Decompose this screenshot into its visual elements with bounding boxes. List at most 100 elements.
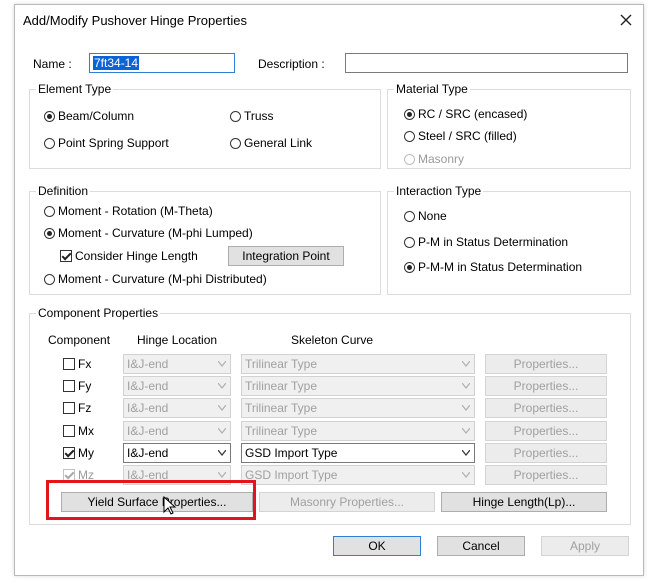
- component-checkbox-my[interactable]: My: [63, 446, 94, 460]
- radio-general-link-label: General Link: [244, 136, 313, 150]
- chevron-down-icon: [218, 405, 226, 411]
- skeleton-curve-value: Trilinear Type: [245, 424, 318, 438]
- hinge-location-value: I&J-end: [127, 424, 169, 438]
- radio-indicator: [404, 131, 415, 142]
- checkbox-box: [63, 447, 75, 459]
- skeleton-curve-value: GSD Import Type: [245, 468, 338, 482]
- description-input[interactable]: [345, 53, 628, 73]
- radio-steel-src-filled[interactable]: Steel / SRC (filled): [404, 129, 517, 143]
- hinge-location-value: I&J-end: [127, 357, 169, 371]
- skeleton-curve-value: Trilinear Type: [245, 379, 318, 393]
- radio-pm-status[interactable]: P-M in Status Determination: [404, 235, 568, 249]
- hinge-location-select-my[interactable]: I&J-end: [123, 443, 231, 463]
- close-icon[interactable]: [617, 11, 635, 29]
- skeleton-curve-select-mx[interactable]: Trilinear Type: [241, 421, 475, 441]
- radio-interaction-none-label: None: [418, 209, 447, 223]
- properties-button-my[interactable]: Properties...: [485, 443, 607, 463]
- radio-indicator: [230, 111, 241, 122]
- ok-button[interactable]: OK: [333, 536, 421, 556]
- chevron-down-icon: [218, 361, 226, 367]
- radio-indicator: [44, 228, 55, 239]
- hinge-location-value: I&J-end: [127, 446, 169, 460]
- hinge-location-select-fx[interactable]: I&J-end: [123, 354, 231, 374]
- checkbox-box: [63, 380, 75, 392]
- checkbox-box: [60, 250, 72, 262]
- definition-title: Definition: [36, 184, 91, 198]
- name-label: Name :: [33, 57, 72, 71]
- name-input-value: 7ft34-14: [93, 56, 140, 70]
- component-checkbox-mx[interactable]: Mx: [63, 424, 94, 438]
- radio-moment-curvature-distributed[interactable]: Moment - Curvature (M-phi Distributed): [44, 272, 267, 286]
- consider-hinge-length-checkbox[interactable]: Consider Hinge Length: [60, 249, 198, 263]
- chevron-down-icon: [462, 361, 470, 367]
- radio-truss-label: Truss: [244, 109, 274, 123]
- radio-indicator: [404, 262, 415, 273]
- hinge-length-button[interactable]: Hinge Length(Lp)...: [441, 492, 607, 512]
- radio-masonry[interactable]: Masonry: [404, 152, 464, 166]
- component-checkbox-fx[interactable]: Fx: [63, 357, 91, 371]
- radio-beam-column-label: Beam/Column: [58, 109, 135, 123]
- masonry-properties-button[interactable]: Masonry Properties...: [259, 492, 435, 512]
- radio-indicator: [404, 211, 415, 222]
- radio-truss[interactable]: Truss: [230, 109, 274, 123]
- interaction-type-title: Interaction Type: [394, 184, 484, 198]
- properties-button-mz[interactable]: Properties...: [485, 465, 607, 485]
- radio-pmm-status[interactable]: P-M-M in Status Determination: [404, 260, 582, 274]
- skeleton-curve-select-fx[interactable]: Trilinear Type: [241, 354, 475, 374]
- skeleton-curve-select-mz[interactable]: GSD Import Type: [241, 465, 475, 485]
- consider-hinge-length-label: Consider Hinge Length: [75, 249, 198, 263]
- properties-button-fy[interactable]: Properties...: [485, 376, 607, 396]
- hinge-location-value: I&J-end: [127, 401, 169, 415]
- component-label: Fy: [78, 379, 92, 393]
- apply-button[interactable]: Apply: [541, 536, 629, 556]
- radio-interaction-none[interactable]: None: [404, 209, 447, 223]
- radio-moment-rotation[interactable]: Moment - Rotation (M-Theta): [44, 204, 213, 218]
- properties-button-fx[interactable]: Properties...: [485, 354, 607, 374]
- integration-point-button[interactable]: Integration Point: [228, 246, 344, 266]
- skeleton-curve-select-fz[interactable]: Trilinear Type: [241, 398, 475, 418]
- radio-steel-src-filled-label: Steel / SRC (filled): [418, 129, 517, 143]
- skeleton-curve-value: GSD Import Type: [245, 446, 338, 460]
- element-type-title: Element Type: [36, 82, 114, 96]
- radio-moment-curvature-lumped[interactable]: Moment - Curvature (M-phi Lumped): [44, 226, 253, 240]
- radio-moment-curvature-distributed-label: Moment - Curvature (M-phi Distributed): [58, 272, 267, 286]
- properties-button-fz[interactable]: Properties...: [485, 398, 607, 418]
- element-type-group: Element Type Beam/Column Truss Point Spr…: [29, 82, 381, 169]
- radio-general-link[interactable]: General Link: [230, 136, 312, 150]
- chevron-down-icon: [462, 450, 470, 456]
- radio-point-spring-support-label: Point Spring Support: [58, 136, 169, 150]
- chevron-down-icon: [462, 405, 470, 411]
- component-checkbox-fz[interactable]: Fz: [63, 401, 91, 415]
- name-input[interactable]: 7ft34-14: [89, 53, 235, 73]
- skeleton-curve-select-fy[interactable]: Trilinear Type: [241, 376, 475, 396]
- properties-button-mx[interactable]: Properties...: [485, 421, 607, 441]
- cancel-button[interactable]: Cancel: [437, 536, 525, 556]
- radio-indicator: [44, 138, 55, 149]
- skeleton-curve-select-my[interactable]: GSD Import Type: [241, 443, 475, 463]
- radio-rc-src-encased-label: RC / SRC (encased): [418, 107, 528, 121]
- component-label: Fz: [78, 401, 92, 415]
- skeleton-curve-value: Trilinear Type: [245, 357, 318, 371]
- chevron-down-icon: [218, 472, 226, 478]
- hinge-location-select-fz[interactable]: I&J-end: [123, 398, 231, 418]
- hinge-location-header: Hinge Location: [137, 333, 218, 347]
- radio-indicator: [44, 111, 55, 122]
- radio-point-spring-support[interactable]: Point Spring Support: [44, 136, 169, 150]
- hinge-location-select-fy[interactable]: I&J-end: [123, 376, 231, 396]
- hinge-location-select-mx[interactable]: I&J-end: [123, 421, 231, 441]
- chevron-down-icon: [218, 428, 226, 434]
- radio-indicator: [404, 154, 415, 165]
- interaction-type-group: Interaction Type None P-M in Status Dete…: [387, 184, 631, 295]
- radio-moment-rotation-label: Moment - Rotation (M-Theta): [58, 204, 213, 218]
- radio-beam-column[interactable]: Beam/Column: [44, 109, 134, 123]
- checkbox-box: [63, 402, 75, 414]
- radio-indicator: [404, 237, 415, 248]
- component-properties-title: Component Properties: [36, 306, 161, 320]
- component-label: Fx: [78, 357, 92, 371]
- radio-pmm-status-label: P-M-M in Status Determination: [418, 260, 583, 274]
- radio-rc-src-encased[interactable]: RC / SRC (encased): [404, 107, 527, 121]
- skeleton-curve-value: Trilinear Type: [245, 401, 318, 415]
- radio-indicator: [44, 206, 55, 217]
- skeleton-curve-header: Skeleton Curve: [291, 333, 374, 347]
- component-checkbox-fy[interactable]: Fy: [63, 379, 91, 393]
